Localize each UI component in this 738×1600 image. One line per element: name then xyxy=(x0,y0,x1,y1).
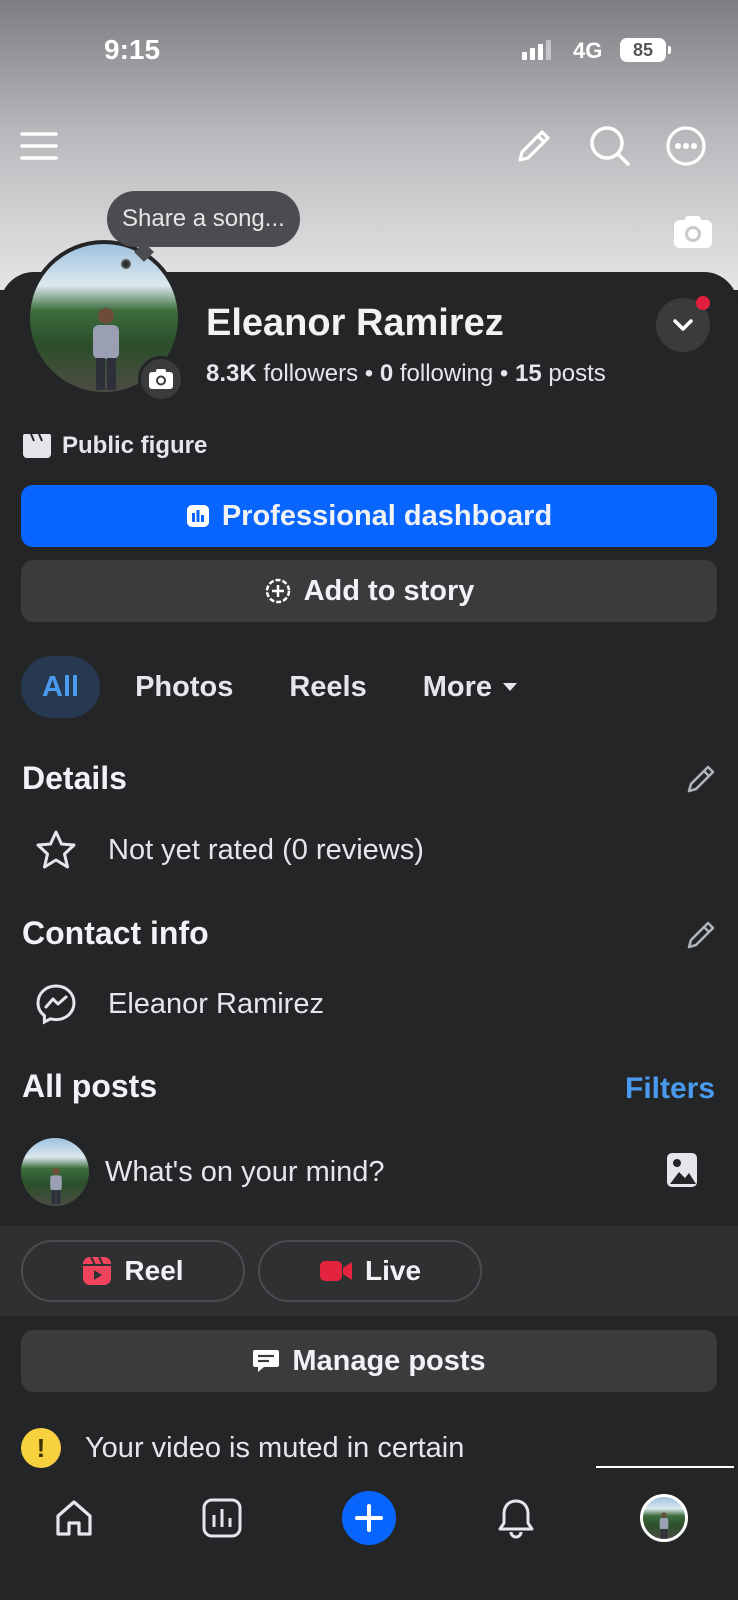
category-label: Public figure xyxy=(62,432,208,459)
add-story-label: Add to story xyxy=(303,574,475,607)
rating-row: Not yet rated (0 reviews) xyxy=(32,826,424,874)
tab-reels[interactable]: Reels xyxy=(268,656,387,718)
clapperboard-icon xyxy=(23,433,51,458)
nav-create[interactable] xyxy=(341,1490,397,1546)
profile-stats: 8.3K followers • 0 following • 15 posts xyxy=(206,360,606,387)
nav-notifications[interactable] xyxy=(488,1490,544,1546)
tab-photos[interactable]: Photos xyxy=(114,656,254,718)
live-button[interactable]: Live xyxy=(258,1240,482,1302)
details-title: Details xyxy=(22,760,127,796)
menu-icon[interactable] xyxy=(18,124,62,168)
network-type: 4G xyxy=(573,38,603,63)
bottom-navigation xyxy=(0,1468,738,1600)
posts-label: posts xyxy=(548,360,606,387)
more-options-icon[interactable] xyxy=(664,124,708,168)
nav-dashboard[interactable] xyxy=(194,1490,250,1546)
all-posts-title: All posts xyxy=(22,1068,158,1104)
nav-profile-avatar[interactable] xyxy=(640,1494,688,1542)
caret-down-icon xyxy=(503,683,518,691)
dashboard-nav-icon xyxy=(202,1498,242,1538)
profile-tabs: All Photos Reels More xyxy=(21,656,539,718)
posts-count: 15 xyxy=(515,360,542,387)
add-story-icon xyxy=(265,578,290,604)
composer-avatar-person xyxy=(50,1167,62,1205)
reel-button[interactable]: Reel xyxy=(21,1240,245,1302)
followers-label[interactable]: followers xyxy=(263,360,358,387)
composer-placeholder[interactable]: What's on your mind? xyxy=(105,1156,385,1189)
manage-posts-icon xyxy=(253,1350,280,1372)
star-icon xyxy=(36,830,76,869)
category-row: Public figure xyxy=(22,432,207,460)
quick-actions-bar: Reel Live xyxy=(0,1226,738,1316)
nav-profile[interactable] xyxy=(636,1490,692,1546)
messenger-name: Eleanor Ramirez xyxy=(108,987,324,1020)
camera-icon xyxy=(149,369,173,389)
song-bubble-dot xyxy=(121,259,131,269)
following-count[interactable]: 0 xyxy=(380,360,393,387)
live-label: Live xyxy=(364,1255,422,1286)
signal-icon xyxy=(522,40,551,60)
battery-icon: 85 xyxy=(620,38,671,62)
share-song-bubble[interactable]: Share a song... xyxy=(107,191,300,247)
cover-camera-icon[interactable] xyxy=(672,214,714,250)
plus-icon xyxy=(355,1504,383,1532)
add-to-story-button[interactable]: Add to story xyxy=(21,560,717,622)
messenger-row[interactable]: Eleanor Ramirez xyxy=(32,980,324,1028)
tab-more[interactable]: More xyxy=(402,656,539,718)
dashboard-icon xyxy=(186,505,209,527)
filters-link[interactable]: Filters xyxy=(625,1072,715,1106)
photo-icon[interactable] xyxy=(666,1152,698,1188)
edit-icon[interactable] xyxy=(512,124,556,168)
rating-text: Not yet rated (0 reviews) xyxy=(108,833,424,866)
dashboard-label: Professional dashboard xyxy=(221,499,553,532)
professional-dashboard-button[interactable]: Professional dashboard xyxy=(21,485,717,547)
edit-contact-icon[interactable] xyxy=(684,918,718,952)
create-button[interactable] xyxy=(342,1491,396,1545)
live-video-icon xyxy=(319,1261,352,1281)
bell-icon xyxy=(498,1499,534,1539)
avatar-camera-button[interactable] xyxy=(138,356,184,402)
messenger-icon xyxy=(36,984,76,1025)
followers-count[interactable]: 8.3K xyxy=(206,360,257,387)
following-label[interactable]: following xyxy=(400,360,493,387)
manage-posts-label: Manage posts xyxy=(292,1344,486,1377)
warning-icon: ! xyxy=(21,1428,61,1468)
composer-avatar xyxy=(21,1138,89,1206)
nav-home[interactable] xyxy=(46,1490,102,1546)
tab-all[interactable]: All xyxy=(21,656,101,718)
search-icon[interactable] xyxy=(588,124,632,168)
profile-name: Eleanor Ramirez xyxy=(206,302,504,344)
edit-details-icon[interactable] xyxy=(684,762,718,796)
notification-dot xyxy=(696,296,710,310)
muted-notice-text: Your video is muted in certain xyxy=(85,1431,465,1464)
post-composer[interactable]: What's on your mind? xyxy=(21,1138,385,1206)
manage-posts-button[interactable]: Manage posts xyxy=(21,1330,717,1392)
reel-icon xyxy=(83,1256,112,1285)
reel-label: Reel xyxy=(124,1255,184,1286)
contact-title: Contact info xyxy=(22,915,209,951)
status-bar: 9:15 4G 85 xyxy=(0,28,738,72)
tab-more-label: More xyxy=(422,671,493,703)
nav-avatar-person xyxy=(659,1512,669,1539)
status-time: 9:15 xyxy=(104,34,161,65)
muted-video-notice[interactable]: ! Your video is muted in certain xyxy=(21,1428,464,1468)
avatar-person-image xyxy=(93,308,119,390)
home-icon xyxy=(56,1500,92,1536)
